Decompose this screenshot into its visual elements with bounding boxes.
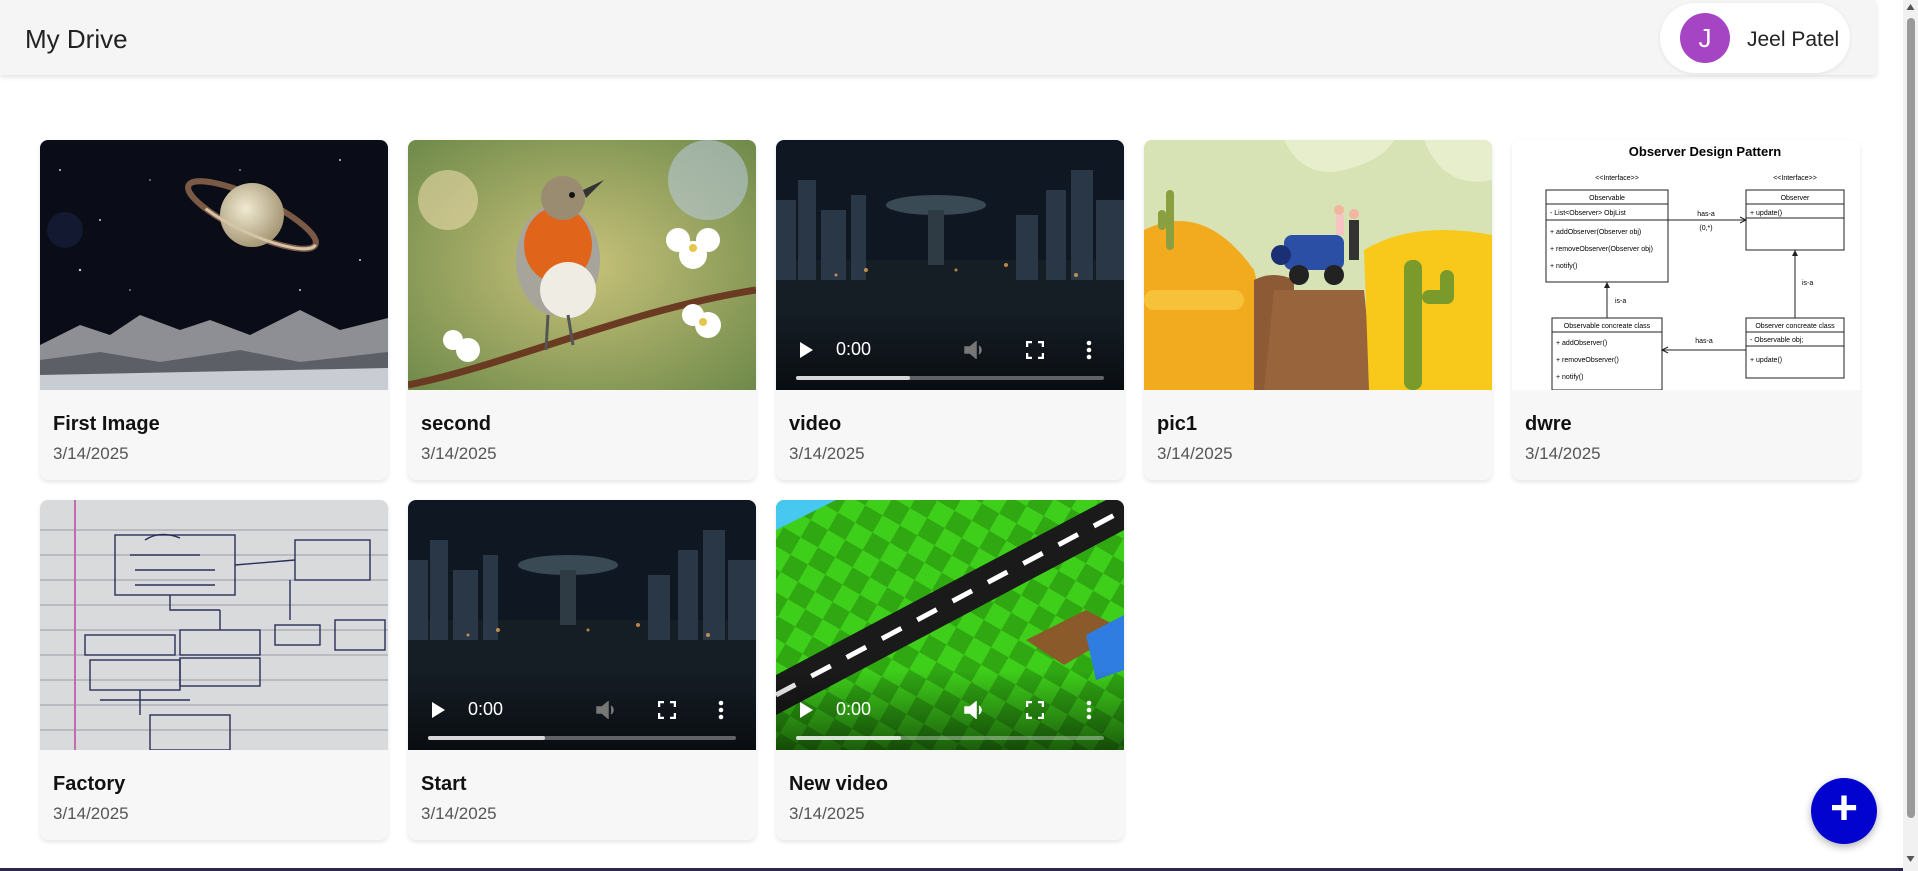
file-card[interactable]: 0:00 New video 3/14/2025 xyxy=(776,500,1124,840)
diagram-label: + notify() xyxy=(1550,263,1577,270)
diagram-label: Observable concreate class xyxy=(1564,323,1651,330)
diagram-label: + notify() xyxy=(1556,374,1583,381)
video-controls: 0:00 xyxy=(776,310,1124,390)
volume-icon[interactable] xyxy=(964,701,986,719)
file-title: video xyxy=(789,413,842,435)
volume-icon[interactable] xyxy=(964,341,986,359)
file-title: pic1 xyxy=(1157,413,1198,435)
video-time: 0:00 xyxy=(836,699,872,719)
diagram-label: Observable xyxy=(1589,195,1625,202)
diagram-label: - List<Observer> ObjList xyxy=(1550,210,1626,217)
play-icon[interactable] xyxy=(430,701,446,719)
file-title: dwre xyxy=(1525,413,1572,435)
scrollbar-thumb[interactable] xyxy=(1907,18,1915,818)
factory-sketch-image[interactable] xyxy=(40,500,388,750)
diagram-label: Observer concreate class xyxy=(1755,323,1835,330)
diagram-label: + addObserver(Observer obj) xyxy=(1550,229,1641,236)
more-options-icon[interactable] xyxy=(718,700,724,720)
file-date: 3/14/2025 xyxy=(53,804,129,823)
diagram-label: is-a xyxy=(1802,280,1813,287)
file-card[interactable]: 0:00 video 3/14/2025 xyxy=(776,140,1124,480)
scroll-up-icon[interactable] xyxy=(1906,3,1915,11)
diagram-label: has-a xyxy=(1697,211,1715,218)
diagram-label: - Observable obj; xyxy=(1750,337,1803,344)
user-profile-chip[interactable]: J Jeel Patel xyxy=(1660,3,1850,73)
diagram-label: Observer xyxy=(1781,195,1810,202)
diagram-label: (0,*) xyxy=(1699,225,1712,232)
scroll-down-icon[interactable] xyxy=(1906,855,1915,863)
fullscreen-icon[interactable] xyxy=(1026,701,1044,719)
file-title: New video xyxy=(789,773,888,795)
file-title: First Image xyxy=(53,413,160,435)
more-options-icon[interactable] xyxy=(1086,700,1092,720)
video-player[interactable]: 0:00 xyxy=(408,500,756,750)
diagram-interface-tag: <<Interface>> xyxy=(1595,175,1639,182)
observer-diagram-image[interactable]: Observer Design Pattern <<Interface>> <<… xyxy=(1512,140,1860,390)
file-date: 3/14/2025 xyxy=(789,804,865,823)
diagram-label: + update() xyxy=(1750,357,1782,364)
play-icon[interactable] xyxy=(798,701,814,719)
app-header: My Drive J Jeel Patel xyxy=(0,0,1876,75)
file-title: Start xyxy=(421,773,467,795)
desert-jeep-image[interactable] xyxy=(1144,140,1492,390)
saturn-image[interactable] xyxy=(40,140,388,390)
diagram-label: + addObserver() xyxy=(1556,340,1607,347)
add-file-button[interactable]: + xyxy=(1811,778,1877,844)
diagram-label: + removeObserver() xyxy=(1556,357,1619,364)
file-date: 3/14/2025 xyxy=(421,444,497,463)
diagram-title: Observer Design Pattern xyxy=(1629,144,1782,159)
file-date: 3/14/2025 xyxy=(1525,444,1601,463)
file-title: Factory xyxy=(53,773,126,795)
video-time: 0:00 xyxy=(836,339,872,359)
diagram-label: + update() xyxy=(1750,210,1782,217)
video-progress-track[interactable] xyxy=(796,376,1104,380)
diagram-label: has-a xyxy=(1695,338,1713,345)
video-progress-track[interactable] xyxy=(796,736,1104,740)
file-card[interactable]: 0:00 Start 3/14/2025 xyxy=(408,500,756,840)
video-controls: 0:00 xyxy=(776,670,1124,750)
fullscreen-icon[interactable] xyxy=(658,701,676,719)
page-scrollbar[interactable] xyxy=(1903,0,1918,871)
video-player[interactable]: 0:00 xyxy=(776,500,1124,750)
file-card[interactable]: Observer Design Pattern <<Interface>> <<… xyxy=(1512,140,1860,480)
file-card[interactable]: pic1 3/14/2025 xyxy=(1144,140,1492,480)
file-date: 3/14/2025 xyxy=(789,444,865,463)
video-progress-fill xyxy=(428,736,546,740)
page-title: My Drive xyxy=(25,24,128,54)
avatar: J xyxy=(1680,13,1730,63)
file-card[interactable]: First Image 3/14/2025 xyxy=(40,140,388,480)
diagram-label: is-a xyxy=(1615,298,1626,305)
video-progress-track[interactable] xyxy=(428,736,736,740)
file-date: 3/14/2025 xyxy=(53,444,129,463)
file-date: 3/14/2025 xyxy=(1157,444,1233,463)
fullscreen-icon[interactable] xyxy=(1026,341,1044,359)
robin-bird-image[interactable] xyxy=(408,140,756,390)
video-controls: 0:00 xyxy=(408,670,756,750)
file-card[interactable]: Factory 3/14/2025 xyxy=(40,500,388,840)
video-progress-fill xyxy=(796,376,910,380)
volume-icon[interactable] xyxy=(596,701,618,719)
user-name: Jeel Patel xyxy=(1747,28,1840,51)
diagram-label: + removeObserver(Observer obj) xyxy=(1550,246,1653,253)
diagram-interface-tag: <<Interface>> xyxy=(1773,175,1817,182)
more-options-icon[interactable] xyxy=(1086,340,1092,360)
file-title: second xyxy=(421,413,492,435)
play-icon[interactable] xyxy=(798,341,814,359)
video-progress-fill xyxy=(796,736,901,740)
file-card[interactable]: second 3/14/2025 xyxy=(408,140,756,480)
video-player[interactable]: 0:00 xyxy=(776,140,1124,390)
file-date: 3/14/2025 xyxy=(421,804,497,823)
video-time: 0:00 xyxy=(468,699,504,719)
